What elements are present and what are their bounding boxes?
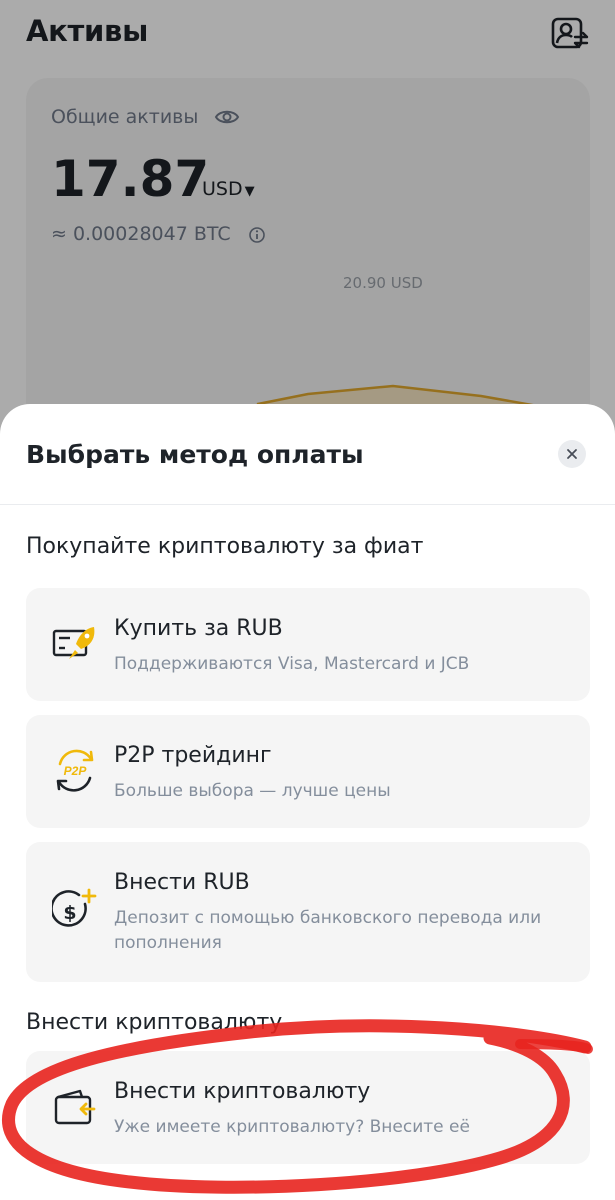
payment-method-sheet: Выбрать метод оплаты Покупайте криптовал…: [0, 404, 615, 1200]
option-subtitle: Поддерживаются Visa, Mastercard и JCB: [114, 654, 470, 674]
close-button[interactable]: [558, 440, 586, 468]
sheet-title: Выбрать метод оплаты: [26, 440, 364, 469]
wallet-deposit-icon: [54, 1089, 96, 1125]
crypto-section-title: Внести криптовалюту: [26, 1010, 283, 1035]
option-title: Купить за RUB: [114, 616, 283, 641]
close-icon: [567, 449, 577, 459]
svg-text:P2P: P2P: [64, 764, 88, 778]
option-title: P2P трейдинг: [114, 743, 272, 768]
fiat-section-title: Покупайте криптовалюту за фиат: [26, 534, 424, 559]
option-subtitle: Депозит с помощью банковского перевода и…: [114, 908, 542, 953]
option-p2p[interactable]: P2P P2P трейдинг Больше выбора — лучше ц…: [26, 715, 590, 828]
option-subtitle: Уже имеете криптовалюту? Внесите её: [114, 1117, 470, 1137]
option-subtitle: Больше выбора — лучше цены: [114, 781, 391, 801]
option-buy-rub[interactable]: Купить за RUB Поддерживаются Visa, Maste…: [26, 588, 590, 701]
dollar-plus-icon: $: [52, 888, 97, 927]
divider: [0, 504, 615, 505]
option-deposit-crypto[interactable]: Внести криптовалюту Уже имеете криптовал…: [26, 1051, 590, 1164]
page: Активы Общие активы 17.87 USD ▼ ≈ 0.00028…: [0, 0, 615, 1200]
card-rocket-icon: [52, 627, 95, 659]
option-deposit-rub[interactable]: $ Внести RUB Депозит с помощью банковско…: [26, 842, 590, 982]
svg-text:$: $: [63, 902, 76, 924]
option-title: Внести RUB: [114, 870, 250, 895]
p2p-icon: P2P: [56, 749, 94, 792]
option-title: Внести криптовалюту: [114, 1079, 371, 1104]
